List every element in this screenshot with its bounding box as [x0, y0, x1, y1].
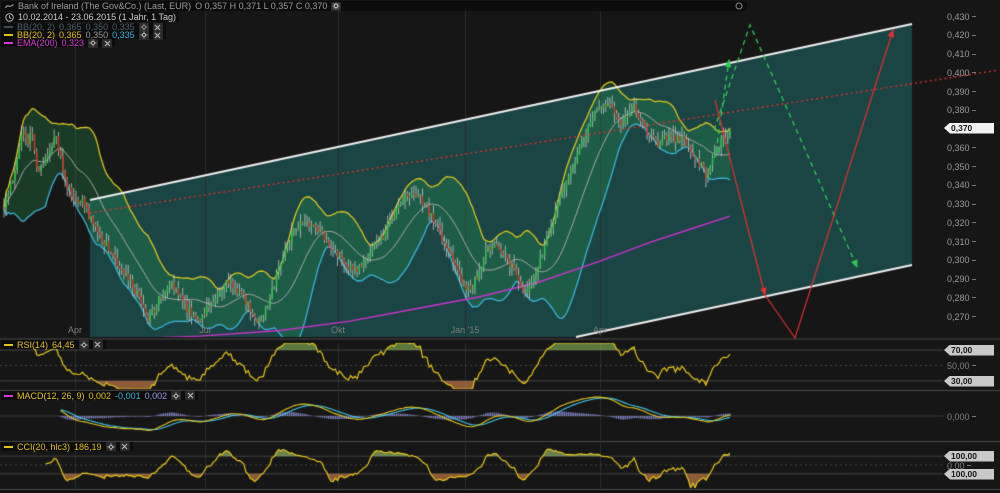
macd-value: 0,002 [89, 391, 112, 401]
macd-label: MACD(12, 26, 9) [17, 391, 85, 401]
macd-hist-value: 0,002 [145, 391, 168, 401]
cci-value: 186,19 [74, 442, 102, 452]
close-icon[interactable] [153, 31, 163, 40]
legend-rsi: RSI(14) 64,45 [1, 340, 106, 349]
close-icon[interactable] [185, 391, 195, 400]
ema-value: 0,323 [62, 38, 85, 48]
gear-icon[interactable] [88, 39, 98, 48]
date-range-row: 10.02.2014 - 23.06.2015 (1 Jahr, 1 Tag) [1, 12, 179, 22]
bb-swatch [4, 34, 13, 36]
gear-icon[interactable] [106, 442, 116, 451]
bb-dim-swatch [4, 26, 13, 28]
gear-icon[interactable] [139, 31, 149, 40]
chart-canvas[interactable] [0, 0, 1000, 493]
rsi-label: RSI(14) [17, 340, 48, 350]
rsi-swatch [4, 344, 13, 346]
ema-label: EMA(200) [17, 38, 58, 48]
legend-cci: CCI(20, hlc3) 186,19 [1, 442, 133, 451]
gear-icon[interactable] [79, 340, 89, 349]
cci-swatch [4, 446, 13, 448]
close-icon[interactable] [120, 442, 130, 451]
close-icon[interactable] [93, 340, 103, 349]
close-icon[interactable] [102, 39, 112, 48]
ema-swatch [4, 42, 13, 44]
charting-app: 0,4300,4200,4100,4000,3900,3800,3700,360… [0, 0, 1000, 493]
bb-lower-value: 0,335 [112, 30, 135, 40]
line-chart-icon [4, 2, 14, 11]
symbol-title: Bank of Ireland (The Gov&Co.) (Last, EUR… [18, 1, 191, 11]
symbol-legend-row: Bank of Ireland (The Gov&Co.) (Last, EUR… [1, 1, 747, 11]
gear-icon[interactable] [171, 391, 181, 400]
rsi-value: 64,45 [52, 340, 75, 350]
macd-signal-value: -0,001 [115, 391, 141, 401]
macd-swatch [4, 395, 13, 397]
cci-label: CCI(20, hlc3) [17, 442, 70, 452]
clock-icon [4, 13, 14, 22]
gear-icon[interactable] [331, 2, 341, 11]
legend-macd: MACD(12, 26, 9) 0,002 -0,001 0,002 [1, 391, 198, 400]
chart-settings-icon[interactable] [734, 2, 744, 11]
symbol-ohlc: O 0,357 H 0,371 L 0,357 C 0,370 [195, 1, 327, 11]
date-range: 10.02.2014 - 23.06.2015 (1 Jahr, 1 Tag) [18, 12, 176, 22]
legend-ema: EMA(200) 0,323 [1, 39, 115, 47]
